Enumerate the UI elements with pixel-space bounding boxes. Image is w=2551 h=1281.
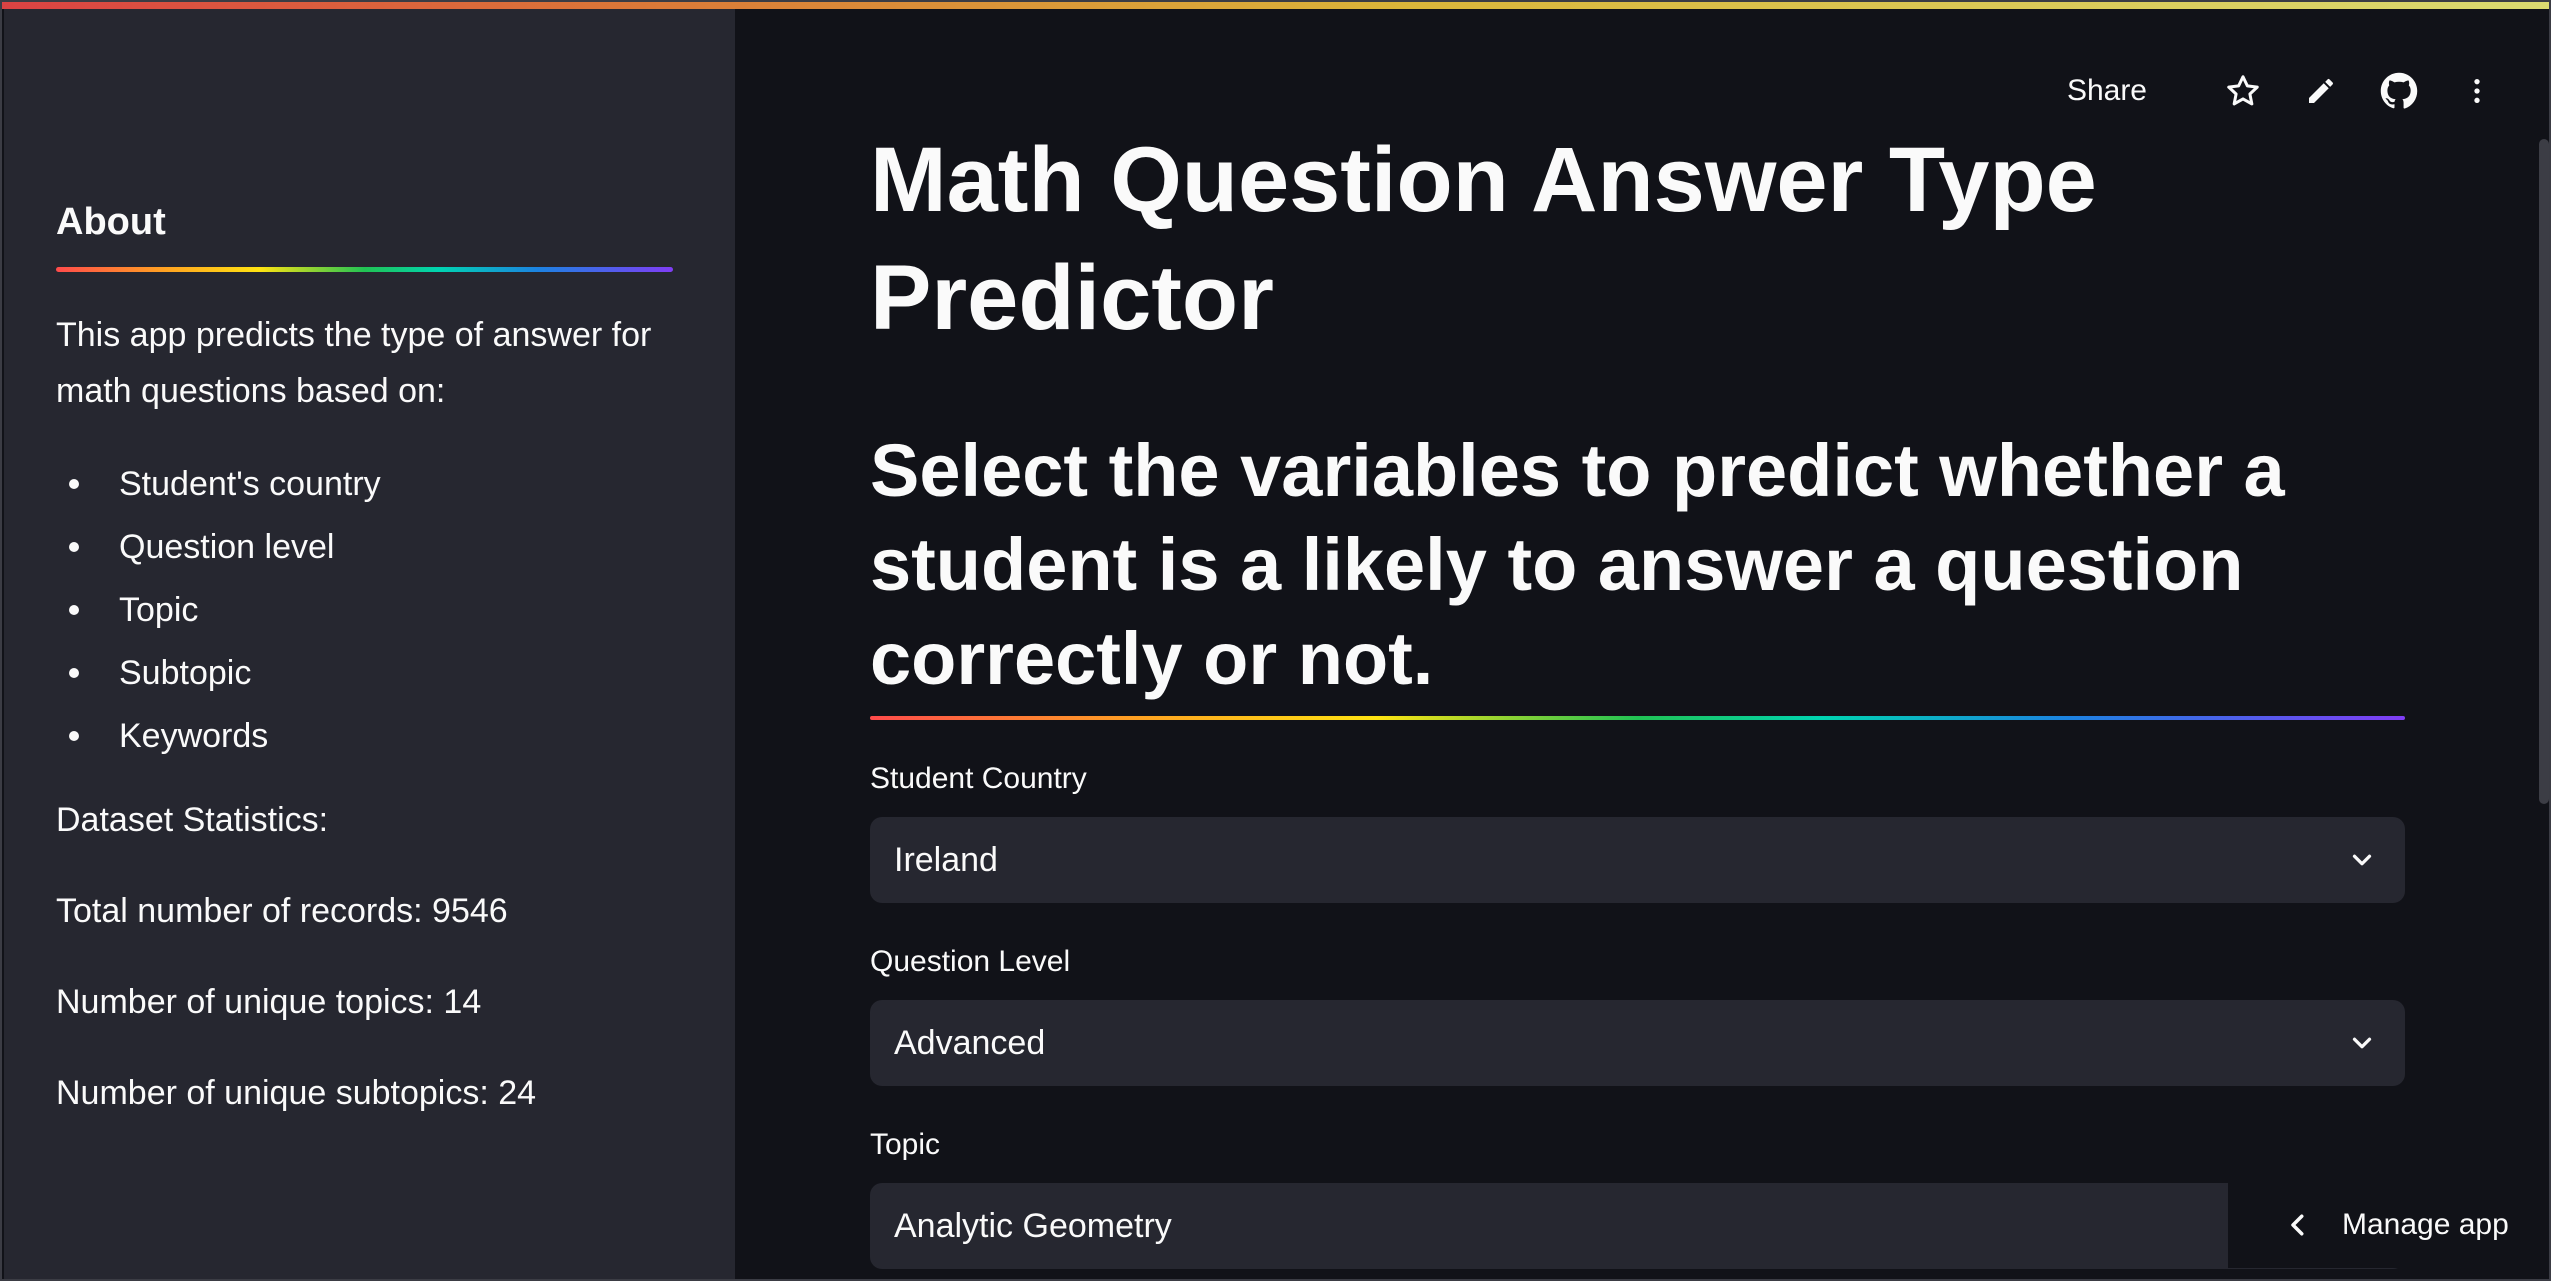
scrollbar[interactable] <box>2539 139 2549 804</box>
total-records-stat: Total number of records: 9546 <box>56 892 508 930</box>
share-button[interactable]: Share <box>2067 74 2147 108</box>
sidebar-feature-list: Student's country Question level Topic S… <box>56 453 381 768</box>
more-vert-icon[interactable] <box>2453 67 2501 115</box>
app-window: About This app predicts the type of answ… <box>0 0 2551 1281</box>
unique-topics-stat: Number of unique topics: 14 <box>56 983 482 1021</box>
github-icon[interactable] <box>2375 67 2423 115</box>
bullet-icon <box>69 542 79 552</box>
list-item: Topic <box>56 579 381 642</box>
pencil-icon[interactable] <box>2297 67 2345 115</box>
dataset-statistics-heading: Dataset Statistics: <box>56 801 329 839</box>
header-decoration-line <box>2 2 2549 9</box>
page-title: Math Question Answer Type Predictor <box>870 129 2097 349</box>
question-level-select[interactable]: Advanced <box>870 1000 2405 1086</box>
question-level-value: Advanced <box>894 1023 1046 1062</box>
student-country-select[interactable]: Ireland <box>870 817 2405 903</box>
student-country-label: Student Country <box>870 762 1087 795</box>
bullet-icon <box>69 479 79 489</box>
topic-value: Analytic Geometry <box>894 1206 1172 1245</box>
sidebar-description: This app predicts the type of answer for… <box>56 316 652 410</box>
list-item-label: Subtopic <box>119 654 252 692</box>
app-toolbar: Share <box>2067 61 2501 121</box>
sidebar-about-divider <box>56 267 673 272</box>
subtitle-divider <box>870 716 2405 720</box>
student-country-value: Ireland <box>894 840 998 879</box>
question-level-label: Question Level <box>870 945 1071 978</box>
main-content: Share Math Question Answer Type Predicto… <box>735 9 2549 1279</box>
unique-subtopics-stat: Number of unique subtopics: 24 <box>56 1074 537 1112</box>
list-item-label: Question level <box>119 528 335 566</box>
topic-select[interactable]: Analytic Geometry <box>870 1183 2405 1269</box>
list-item: Question level <box>56 516 381 579</box>
bullet-icon <box>69 668 79 678</box>
list-item: Keywords <box>56 705 381 768</box>
sidebar: About This app predicts the type of answ… <box>4 9 735 1279</box>
bullet-icon <box>69 605 79 615</box>
manage-app-label: Manage app <box>2342 1208 2509 1241</box>
list-item: Student's country <box>56 453 381 516</box>
star-icon[interactable] <box>2219 67 2267 115</box>
chevron-down-icon <box>2319 1000 2405 1086</box>
chevron-down-icon <box>2319 817 2405 903</box>
bullet-icon <box>69 731 79 741</box>
topic-label: Topic <box>870 1128 941 1161</box>
chevron-left-icon <box>2278 1205 2318 1245</box>
list-item-label: Topic <box>119 591 199 629</box>
list-item-label: Keywords <box>119 717 269 755</box>
manage-app-button[interactable]: Manage app <box>2228 1182 2549 1268</box>
list-item-label: Student's country <box>119 465 381 503</box>
sidebar-about-heading: About <box>56 201 166 243</box>
page-subtitle: Select the variables to predict whether … <box>870 429 2285 700</box>
list-item: Subtopic <box>56 642 381 705</box>
